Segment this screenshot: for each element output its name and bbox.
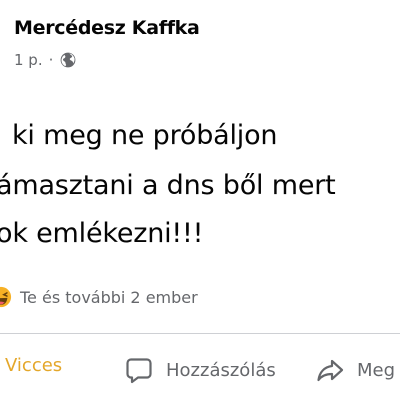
meta-separator: · — [48, 51, 54, 69]
globe-icon — [59, 51, 77, 69]
post-text-line-2: ámasztani a dns ből mert — [0, 170, 336, 201]
comment-button[interactable]: Hozzászólás — [124, 355, 276, 385]
reaction-summary[interactable]: Te és további 2 ember — [0, 286, 198, 308]
haha-emoji-icon — [0, 286, 12, 308]
post-author[interactable]: Mercédesz Kaffka — [14, 17, 200, 39]
post-text-line-1: ki meg ne próbáljon — [12, 120, 278, 151]
react-button[interactable]: Vicces — [5, 355, 62, 376]
share-button[interactable]: Meg — [315, 355, 395, 385]
share-icon — [315, 355, 345, 385]
react-button-label: Vicces — [5, 355, 63, 376]
share-button-label: Meg — [357, 359, 396, 381]
reaction-summary-text: Te és további 2 ember — [20, 287, 198, 307]
post-meta: 1 p. · — [14, 51, 77, 69]
action-divider — [0, 333, 400, 334]
comment-button-label: Hozzászólás — [166, 359, 276, 381]
comment-icon — [124, 355, 154, 385]
post-time[interactable]: 1 p. — [14, 51, 43, 69]
post-text-line-3: ok emlékezni!!! — [0, 218, 204, 249]
